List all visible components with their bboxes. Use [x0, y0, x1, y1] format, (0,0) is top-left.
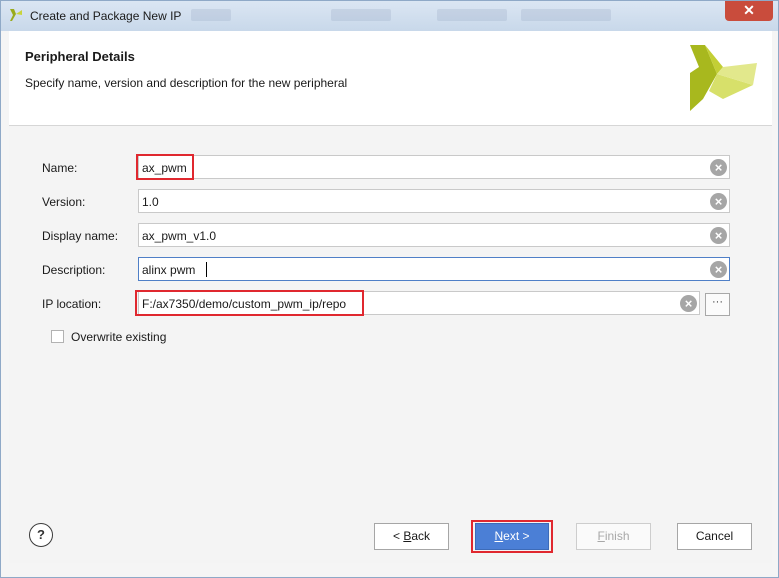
vivado-logo-icon: [10, 9, 22, 21]
next-button[interactable]: Next >: [475, 523, 549, 550]
version-label: Version:: [42, 195, 86, 209]
page-subtitle: Specify name, version and description fo…: [25, 76, 348, 90]
title-bar: Create and Package New IP ✕: [1, 1, 778, 31]
finish-label: inish: [604, 529, 630, 543]
close-button[interactable]: ✕: [725, 1, 773, 21]
back-label: ack: [411, 529, 431, 543]
ip-location-label: IP location:: [42, 297, 102, 311]
display-name-input[interactable]: ax_pwm_v1.0 ×: [138, 223, 730, 247]
create-package-ip-dialog: Create and Package New IP ✕ Peripheral D…: [0, 0, 779, 578]
ip-location-highlight-box: [135, 290, 364, 316]
back-prefix: <: [392, 529, 404, 543]
name-highlight-box: [136, 154, 194, 180]
next-mnemonic: N: [494, 529, 504, 543]
display-name-label: Display name:: [42, 229, 119, 243]
description-label: Description:: [42, 263, 106, 277]
window-title: Create and Package New IP: [30, 9, 182, 23]
vivado-logo-icon: [690, 45, 757, 111]
clear-name-icon[interactable]: ×: [710, 159, 727, 176]
page-title: Peripheral Details: [25, 49, 135, 64]
next-label: ext >: [503, 529, 530, 543]
background-window-ghost: [437, 9, 507, 21]
clear-ip-location-icon[interactable]: ×: [680, 295, 697, 312]
name-label: Name:: [42, 161, 78, 175]
description-value: alinx pwm: [142, 263, 196, 277]
clear-version-icon[interactable]: ×: [710, 193, 727, 210]
overwrite-label[interactable]: Overwrite existing: [71, 330, 166, 344]
version-input[interactable]: 1.0 ×: [138, 189, 730, 213]
background-window-ghost: [331, 9, 391, 21]
browse-button[interactable]: ···: [705, 293, 730, 316]
clear-display-name-icon[interactable]: ×: [710, 227, 727, 244]
version-value: 1.0: [142, 195, 159, 209]
background-window-ghost: [191, 9, 231, 21]
finish-button[interactable]: Finish: [576, 523, 651, 550]
name-input[interactable]: ax_pwm ×: [138, 155, 730, 179]
text-cursor: [206, 262, 207, 277]
cancel-button[interactable]: Cancel: [677, 523, 752, 550]
back-button[interactable]: < Back: [374, 523, 449, 550]
help-button[interactable]: ?: [29, 523, 53, 547]
clear-description-icon[interactable]: ×: [710, 261, 727, 278]
background-window-ghost: [521, 9, 611, 21]
display-name-value: ax_pwm_v1.0: [142, 229, 217, 243]
finish-mnemonic: F: [597, 529, 605, 543]
overwrite-checkbox[interactable]: [51, 330, 64, 343]
wizard-header: Peripheral Details Specify name, version…: [9, 31, 772, 126]
description-input[interactable]: alinx pwm ×: [138, 257, 730, 281]
